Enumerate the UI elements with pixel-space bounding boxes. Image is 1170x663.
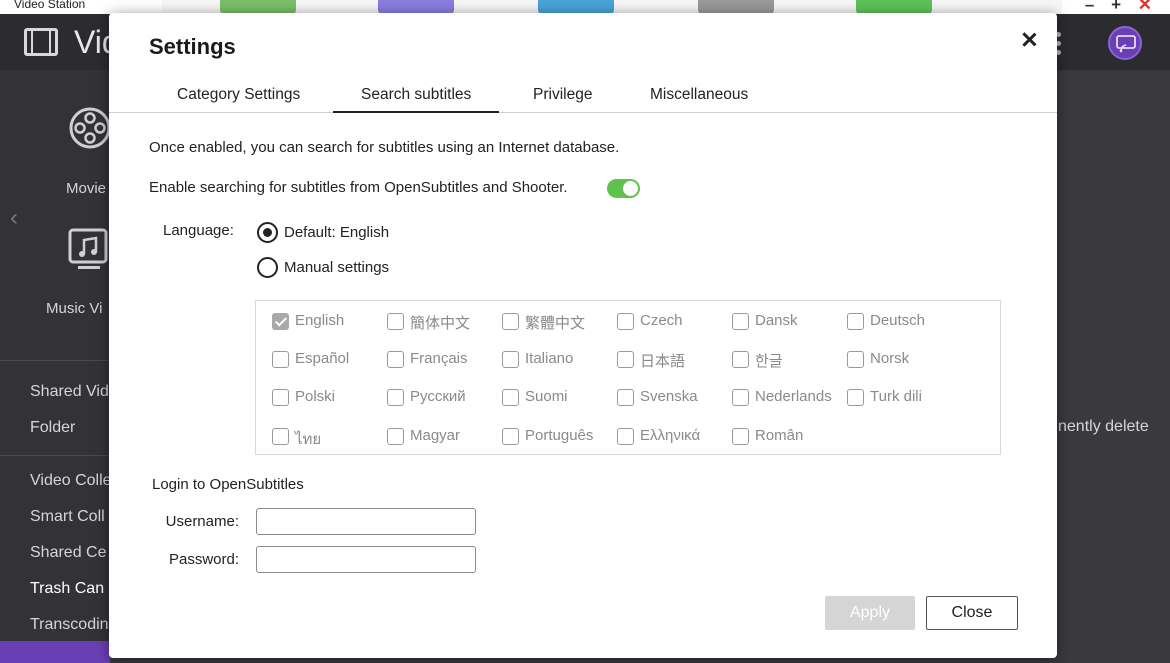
sidebar-divider [0,455,110,456]
checkbox[interactable] [847,351,864,368]
sidebar-item-trash-can[interactable]: Trash Can [30,580,104,598]
tab-bar: Category Settings Search subtitles Privi… [109,83,1057,113]
checkbox[interactable] [847,389,864,406]
password-field[interactable] [256,546,476,573]
enable-search-label: Enable searching for subtitles from Open… [149,179,568,196]
sidebar-item-music-videos[interactable]: Music Vi [46,300,102,317]
window-title: Video Station [14,0,86,11]
window-controls: – + ✕ [1073,0,1152,15]
radio-manual-label: Manual settings [284,259,390,276]
thumbnail [378,0,454,14]
radio-default-label: Default: English [284,224,390,241]
settings-dialog: Settings Category Settings Search subtit… [109,13,1057,658]
sidebar: ‹ Movie Music Vi Shared Vid Folder Video… [0,70,112,663]
window-titlebar: Video Station – + ✕ [0,0,1170,14]
close-window-icon[interactable]: ✕ [1138,0,1152,14]
checkbox[interactable] [732,428,749,445]
background-action-text[interactable]: nently delete [1058,418,1149,436]
tab-category-settings[interactable]: Category Settings [177,86,300,113]
film-icon [24,28,58,56]
sidebar-item-movies[interactable]: Movie [66,180,106,197]
checkbox[interactable] [732,313,749,330]
sidebar-item-smart-collection[interactable]: Smart Coll [30,508,105,526]
language-label: Language: [163,222,234,239]
password-label: Password: [168,551,239,568]
checkbox[interactable] [387,389,404,406]
description-text: Once enabled, you can search for subtitl… [149,139,620,156]
sidebar-item-shared-videos[interactable]: Shared Vid [30,383,109,401]
username-field[interactable] [256,508,476,535]
checkbox[interactable] [847,313,864,330]
thumbnail [856,0,932,14]
sidebar-item-video-collection[interactable]: Video Colle [30,472,112,490]
tab-privilege[interactable]: Privilege [533,86,592,113]
thumbnail [538,0,614,14]
checkbox[interactable] [502,428,519,445]
film-reel-icon [69,107,111,149]
tab-search-subtitles[interactable]: Search subtitles [333,86,500,113]
close-button[interactable]: Close [926,596,1018,630]
minimize-icon[interactable]: – [1085,0,1094,14]
sidebar-item-shared-center[interactable]: Shared Ce [30,544,107,562]
checkbox[interactable] [617,351,634,368]
checkbox[interactable] [387,428,404,445]
username-label: Username: [165,513,239,530]
checkbox[interactable] [502,313,519,330]
checkbox[interactable] [617,389,634,406]
login-section-title: Login to OpenSubtitles [152,476,304,493]
avatar[interactable] [1108,26,1142,60]
checkbox[interactable] [502,389,519,406]
radio-button-selected[interactable] [257,222,278,243]
radio-button[interactable] [257,257,278,278]
checkbox[interactable] [272,389,289,406]
checkbox[interactable] [502,351,519,368]
checkbox[interactable] [272,428,289,445]
checkbox[interactable] [387,351,404,368]
tab-miscellaneous[interactable]: Miscellaneous [650,86,748,113]
checkbox[interactable] [617,313,634,330]
music-note-icon [68,228,108,269]
checkbox[interactable] [732,389,749,406]
checkbox[interactable] [387,313,404,330]
enable-search-toggle[interactable] [607,179,640,198]
thumbnail-strip [162,0,1062,14]
checkbox[interactable] [617,428,634,445]
sidebar-divider [0,360,110,361]
checkbox-checked[interactable] [272,313,289,330]
language-list: English 簡体中文 繁體中文 Czech Dansk Deutsch Es… [255,300,1001,455]
maximize-icon[interactable]: + [1111,0,1121,14]
sidebar-active-highlight [0,641,110,663]
chevron-left-icon[interactable]: ‹ [10,204,18,232]
sidebar-item-transcoding[interactable]: Transcodin [30,616,109,634]
checkbox[interactable] [732,351,749,368]
sidebar-item-folder[interactable]: Folder [30,419,75,437]
thumbnail [698,0,774,14]
checkbox[interactable] [272,351,289,368]
close-icon[interactable] [1017,28,1041,52]
apply-button[interactable]: Apply [825,596,915,630]
cast-icon [1116,35,1136,53]
dialog-title: Settings [149,34,236,59]
thumbnail [220,0,296,14]
